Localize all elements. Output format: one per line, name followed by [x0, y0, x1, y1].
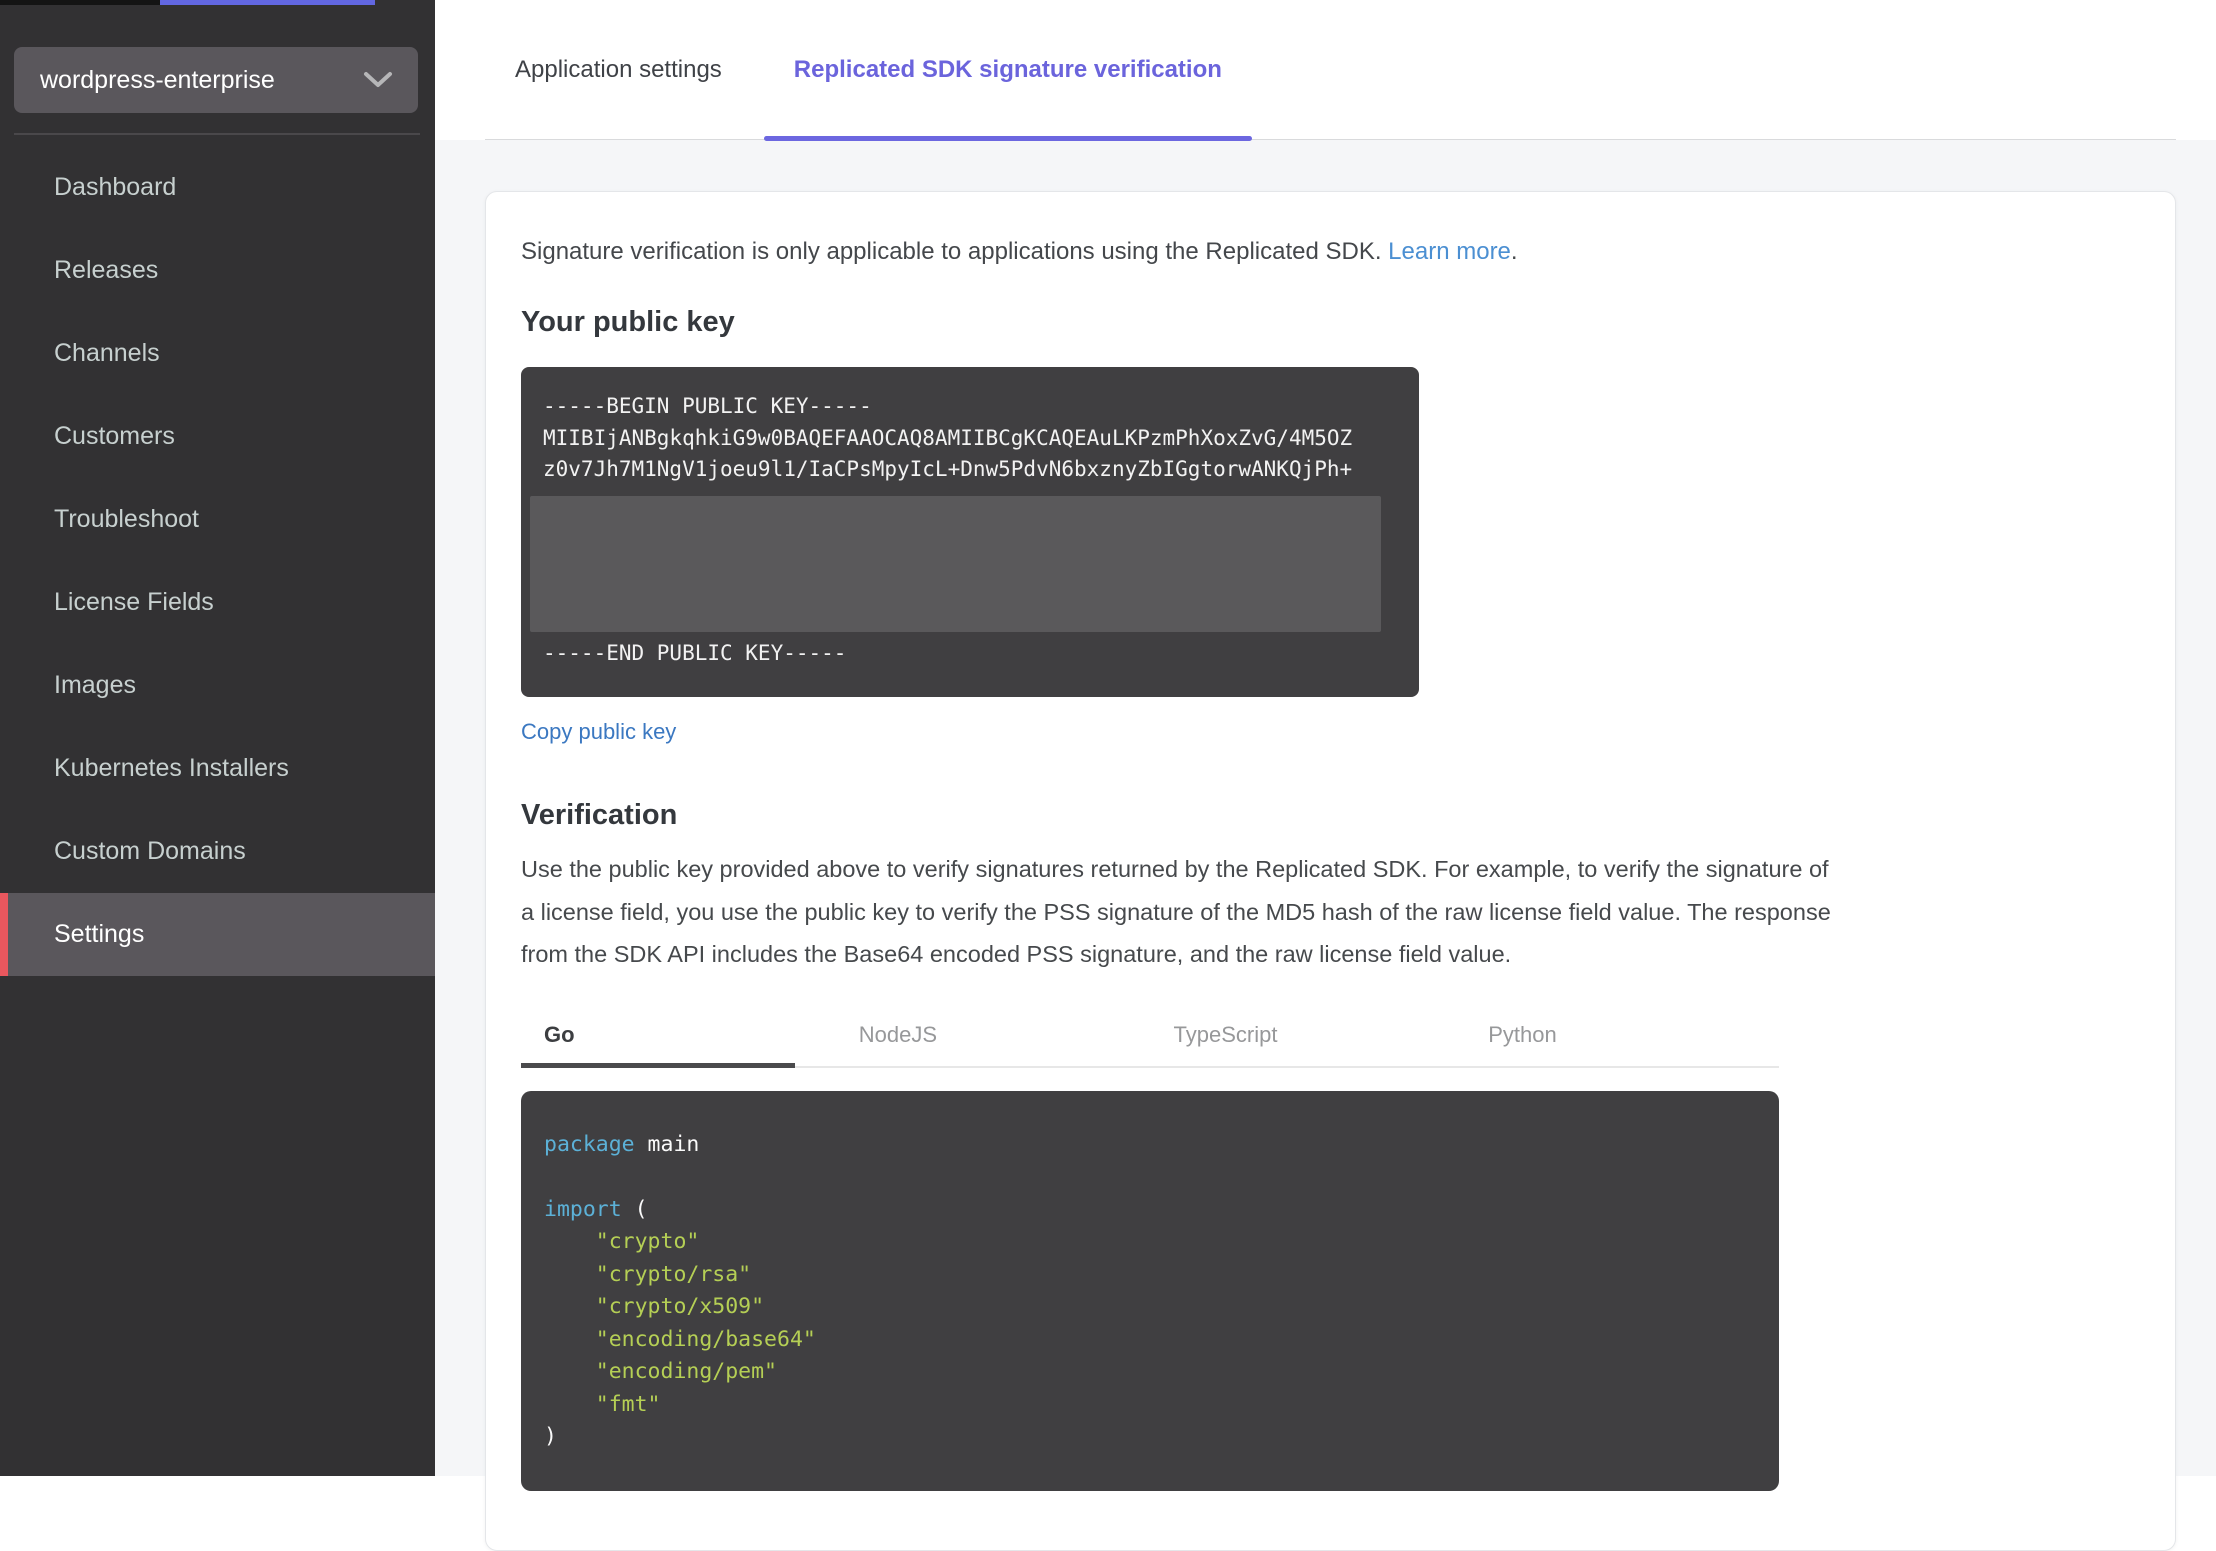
code-line: package main	[544, 1131, 700, 1157]
app-selector-dropdown[interactable]: wordpress-enterprise	[14, 47, 418, 113]
verification-paragraph: Use the public key provided above to ver…	[521, 856, 1831, 967]
learn-more-link[interactable]: Learn more	[1388, 238, 1511, 265]
verification-heading: Verification	[521, 799, 678, 831]
intro-period: .	[1510, 238, 1518, 265]
chevron-down-icon	[362, 70, 394, 90]
public-key-line: -----BEGIN PUBLIC KEY-----	[543, 394, 872, 418]
sidebar: wordpress-enterprise Dashboard Releases Ch…	[0, 0, 435, 1476]
top-bar-progress-segment	[160, 0, 375, 5]
public-key-redacted-region	[530, 495, 1381, 632]
sidebar-divider	[14, 133, 420, 135]
tabs-strip: Application settings Replicated SDK signa…	[435, 0, 2216, 141]
sidebar-item-channels[interactable]: Channels	[0, 312, 435, 395]
tab-replicated-sdk-signature-verification[interactable]: Replicated SDK signature verification	[763, 0, 1253, 141]
lang-tab-nodejs[interactable]: NodeJS	[835, 1004, 1150, 1066]
copy-public-key-link[interactable]: Copy public key	[521, 719, 676, 745]
sidebar-item-customers[interactable]: Customers	[0, 395, 435, 478]
code-line: import (	[544, 1196, 648, 1222]
code-line: "crypto/x509"	[595, 1294, 765, 1319]
sidebar-item-releases[interactable]: Releases	[0, 229, 435, 312]
lang-tab-typescript[interactable]: TypeScript	[1150, 1004, 1465, 1066]
code-line: "crypto/rsa"	[595, 1261, 752, 1287]
public-key-heading: Your public key	[521, 306, 735, 338]
sidebar-item-license-fields[interactable]: License Fields	[0, 561, 435, 644]
public-key-line: MIIBIjANBgkqhkiG9w0BAQEFAAOCAQ8AMIIBCgKC…	[543, 425, 1353, 450]
intro-text: Signature verification is only applicabl…	[521, 238, 2140, 266]
public-key-line: -----END PUBLIC KEY-----	[543, 640, 847, 665]
sidebar-item-kubernetes-installers[interactable]: Kubernetes Installers	[0, 727, 435, 810]
lang-tab-python[interactable]: Python	[1464, 1004, 1779, 1066]
sidebar-item-settings[interactable]: Settings	[0, 893, 435, 976]
top-bar-dark-segment	[0, 0, 160, 5]
code-sample-block: package main import ( "crypto" "crypto/r…	[521, 1090, 1779, 1491]
main-tabs: Application settings Replicated SDK signa…	[485, 0, 2176, 141]
public-key-block: -----BEGIN PUBLIC KEY----- MIIBIjANBgkqhk…	[521, 367, 1419, 697]
app-selector-label: wordpress-enterprise	[40, 65, 275, 94]
lang-tab-go[interactable]: Go	[521, 1004, 835, 1068]
sidebar-nav: Dashboard Releases Channels Customers Troubl…	[0, 146, 435, 976]
sidebar-item-images[interactable]: Images	[0, 644, 435, 727]
language-tabs: Go NodeJS TypeScript Python	[521, 1004, 1779, 1068]
public-key-line: z0v7Jh7M1NgV1joeu9l1/IaCPsMpyIcL+Dnw5Pdv…	[543, 457, 1353, 481]
settings-card: Signature verification is only applicabl…	[485, 191, 2176, 1551]
intro-sentence: Signature verification is only applicabl…	[521, 238, 1382, 265]
code-line: "fmt"	[595, 1391, 661, 1417]
sidebar-item-dashboard[interactable]: Dashboard	[0, 146, 435, 229]
code-line: "crypto"	[595, 1229, 700, 1254]
code-line: "encoding/pem"	[595, 1359, 777, 1384]
code-line: "encoding/base64"	[595, 1326, 816, 1352]
main-content: Application settings Replicated SDK signa…	[435, 0, 2216, 1551]
sidebar-item-custom-domains[interactable]: Custom Domains	[0, 810, 435, 893]
sidebar-item-troubleshoot[interactable]: Troubleshoot	[0, 478, 435, 561]
tab-application-settings[interactable]: Application settings	[485, 0, 752, 139]
code-line: )	[544, 1424, 557, 1449]
